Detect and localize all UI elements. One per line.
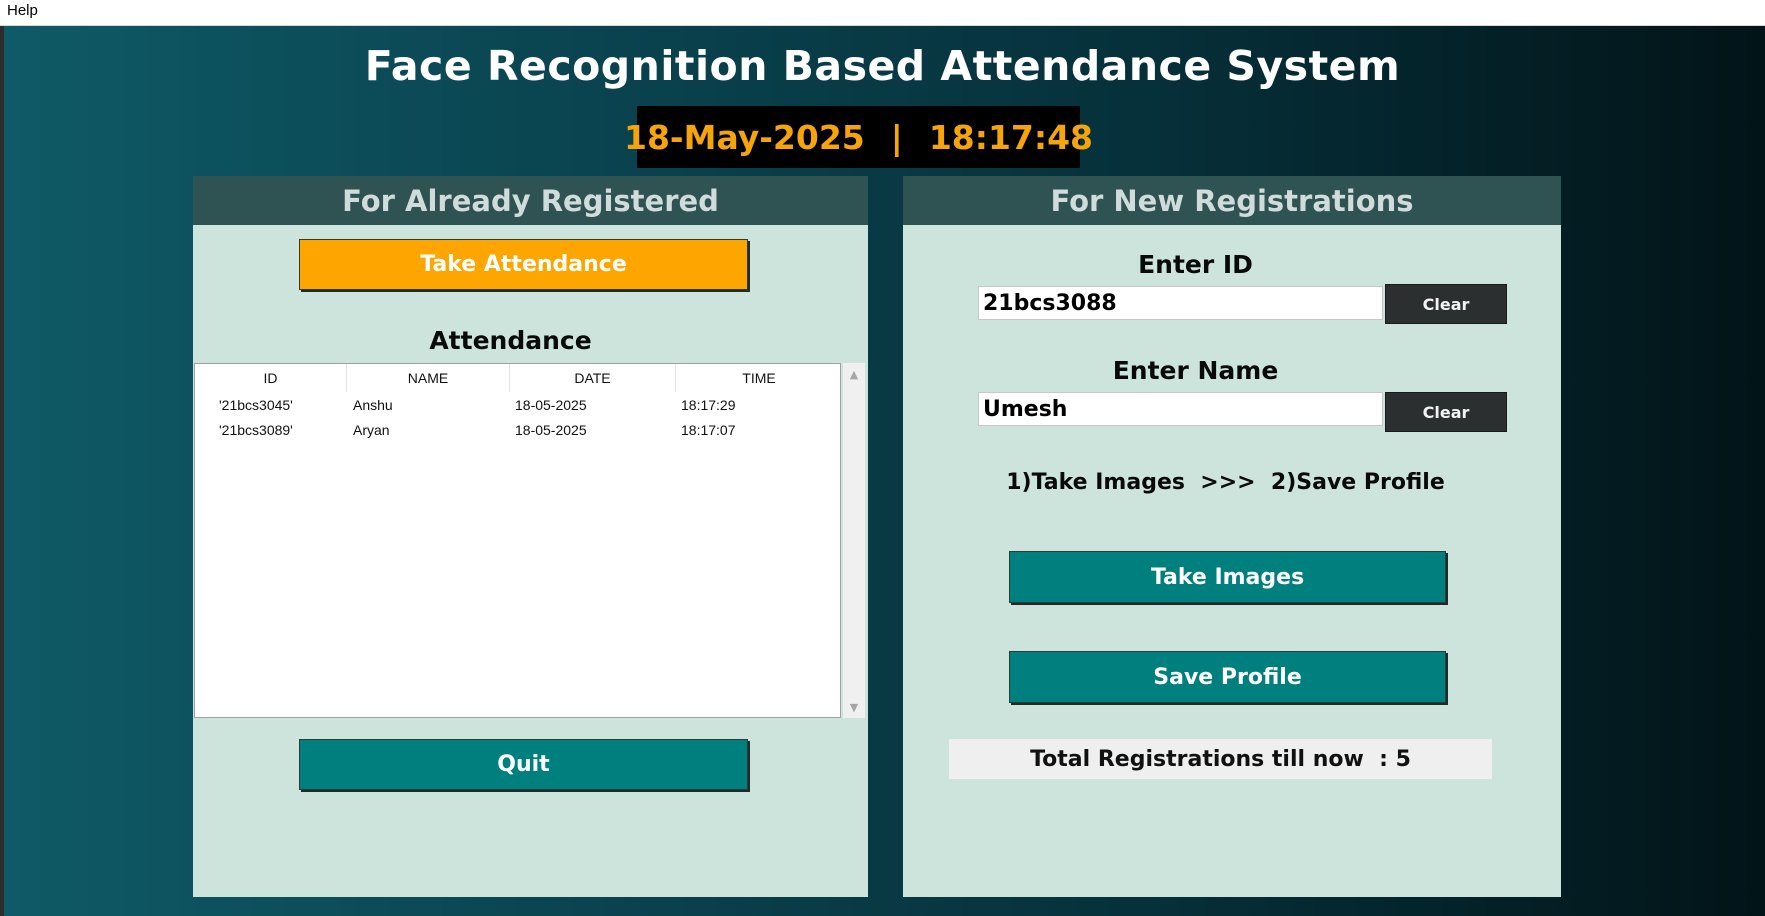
id-input[interactable] bbox=[978, 286, 1383, 320]
datetime-display: 18-May-2025 | 18:17:48 bbox=[624, 106, 1093, 168]
column-header-name[interactable]: NAME bbox=[347, 364, 510, 392]
menu-help[interactable]: Help bbox=[7, 2, 38, 19]
app-title: Face Recognition Based Attendance System bbox=[364, 42, 1401, 90]
steps-instruction: 1)Take Images >>> 2)Save Profile bbox=[1006, 470, 1445, 495]
time-text: 18:17:48 bbox=[928, 117, 1093, 157]
attendance-table[interactable]: ID NAME DATE TIME '21bcs3045' Anshu 18-0… bbox=[194, 363, 841, 718]
take-images-button[interactable]: Take Images bbox=[1009, 551, 1446, 603]
cell-date: 18-05-2025 bbox=[515, 422, 587, 438]
table-scrollbar[interactable]: ▲ ▼ bbox=[843, 363, 865, 718]
scroll-up-arrow-icon[interactable]: ▲ bbox=[843, 363, 865, 385]
cell-id: '21bcs3089' bbox=[219, 422, 293, 438]
registered-panel-title: For Already Registered bbox=[193, 176, 868, 225]
scroll-down-arrow-icon[interactable]: ▼ bbox=[843, 696, 865, 718]
cell-time: 18:17:07 bbox=[681, 422, 736, 438]
new-registration-panel: For New Registrations Enter ID Clear Ent… bbox=[903, 176, 1561, 897]
table-header: ID NAME DATE TIME bbox=[195, 364, 840, 392]
table-row[interactable]: '21bcs3045' Anshu 18-05-2025 18:17:29 bbox=[195, 394, 840, 418]
column-header-date[interactable]: DATE bbox=[510, 364, 676, 392]
attendance-heading: Attendance bbox=[429, 326, 592, 355]
menu-bar: Help bbox=[0, 0, 1765, 26]
quit-button[interactable]: Quit bbox=[299, 739, 748, 790]
cell-name: Aryan bbox=[353, 422, 390, 438]
table-row[interactable]: '21bcs3089' Aryan 18-05-2025 18:17:07 bbox=[195, 419, 840, 443]
column-header-id[interactable]: ID bbox=[195, 364, 347, 392]
enter-id-label: Enter ID bbox=[1138, 250, 1253, 279]
clear-id-button[interactable]: Clear bbox=[1385, 284, 1507, 324]
date-text: 18-May-2025 bbox=[624, 117, 865, 157]
cell-date: 18-05-2025 bbox=[515, 397, 587, 413]
cell-name: Anshu bbox=[353, 397, 393, 413]
name-input[interactable] bbox=[978, 392, 1383, 426]
datetime-separator: | bbox=[890, 117, 903, 157]
new-registration-panel-title: For New Registrations bbox=[903, 176, 1561, 225]
save-profile-button[interactable]: Save Profile bbox=[1009, 651, 1446, 703]
clear-name-button[interactable]: Clear bbox=[1385, 392, 1507, 432]
take-attendance-button[interactable]: Take Attendance bbox=[299, 239, 748, 290]
registered-panel: For Already Registered Take Attendance A… bbox=[193, 176, 868, 897]
total-registrations: Total Registrations till now : 5 bbox=[949, 739, 1492, 779]
enter-name-label: Enter Name bbox=[1112, 356, 1279, 385]
cell-id: '21bcs3045' bbox=[219, 397, 293, 413]
column-header-time[interactable]: TIME bbox=[676, 364, 842, 392]
cell-time: 18:17:29 bbox=[681, 397, 736, 413]
